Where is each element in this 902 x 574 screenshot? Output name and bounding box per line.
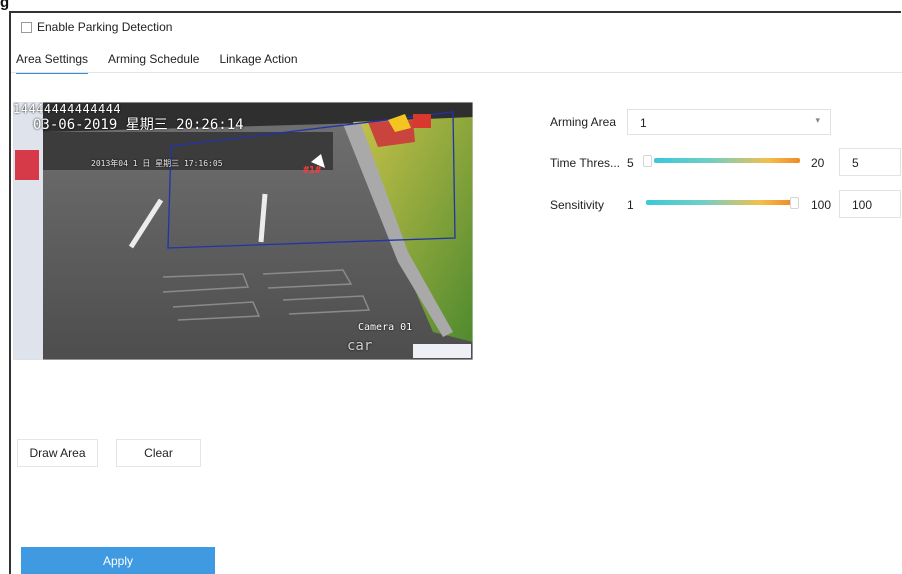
sensitivity-label: Sensitivity: [550, 198, 605, 212]
tab-divider: [11, 72, 902, 73]
osd-red-icon: [413, 114, 431, 128]
sensitivity-input[interactable]: 100: [839, 190, 901, 218]
osd-camera-name: Camera 01: [358, 322, 413, 333]
arming-area-label: Arming Area: [550, 115, 617, 129]
time-threshold-max: 20: [811, 156, 825, 170]
time-threshold-label: Time Thres...: [550, 156, 621, 170]
tab-linkage-action[interactable]: Linkage Action: [219, 52, 297, 74]
video-preview[interactable]: 14444444444444 03-06-2019 星期三 20:26:14 2…: [13, 102, 473, 360]
sensitivity-min: 1: [627, 198, 634, 212]
sensitivity-slider-thumb[interactable]: [790, 197, 799, 209]
enable-parking-detection[interactable]: Enable Parking Detection: [21, 20, 172, 34]
osd-car-text: car: [347, 338, 373, 354]
tab-area-settings[interactable]: Area Settings: [16, 52, 89, 74]
clear-button[interactable]: Clear: [116, 439, 201, 467]
arming-area-value: 1: [640, 116, 647, 130]
time-threshold-slider[interactable]: [654, 158, 800, 163]
time-threshold-slider-thumb[interactable]: [643, 155, 652, 167]
sensitivity-slider[interactable]: [646, 200, 792, 205]
enable-label: Enable Parking Detection: [37, 20, 173, 34]
arming-area-select[interactable]: 1 ▾: [627, 109, 831, 135]
sensitivity-max: 100: [811, 198, 832, 212]
time-threshold-input[interactable]: 5: [839, 148, 901, 176]
tab-arming-schedule[interactable]: Arming Schedule: [108, 52, 199, 74]
red-marker: [15, 150, 39, 180]
tab-bar: Area Settings Arming Schedule Linkage Ac…: [16, 52, 298, 74]
chevron-down-icon: ▾: [815, 115, 820, 125]
osd-inner-datetime: 2013年04 1 日 星期三 17:16:05: [91, 159, 223, 168]
draw-area-button[interactable]: Draw Area: [17, 439, 98, 467]
monitor-edge: [13, 102, 43, 360]
watermark-tag: [413, 344, 471, 358]
osd-datetime: 03-06-2019 星期三 20:26:14: [33, 117, 244, 133]
time-threshold-min: 5: [627, 156, 634, 170]
apply-button[interactable]: Apply: [21, 547, 215, 574]
enable-checkbox[interactable]: [21, 21, 32, 33]
corner-letter: g: [0, 0, 10, 11]
region-label: #1#: [303, 165, 322, 176]
